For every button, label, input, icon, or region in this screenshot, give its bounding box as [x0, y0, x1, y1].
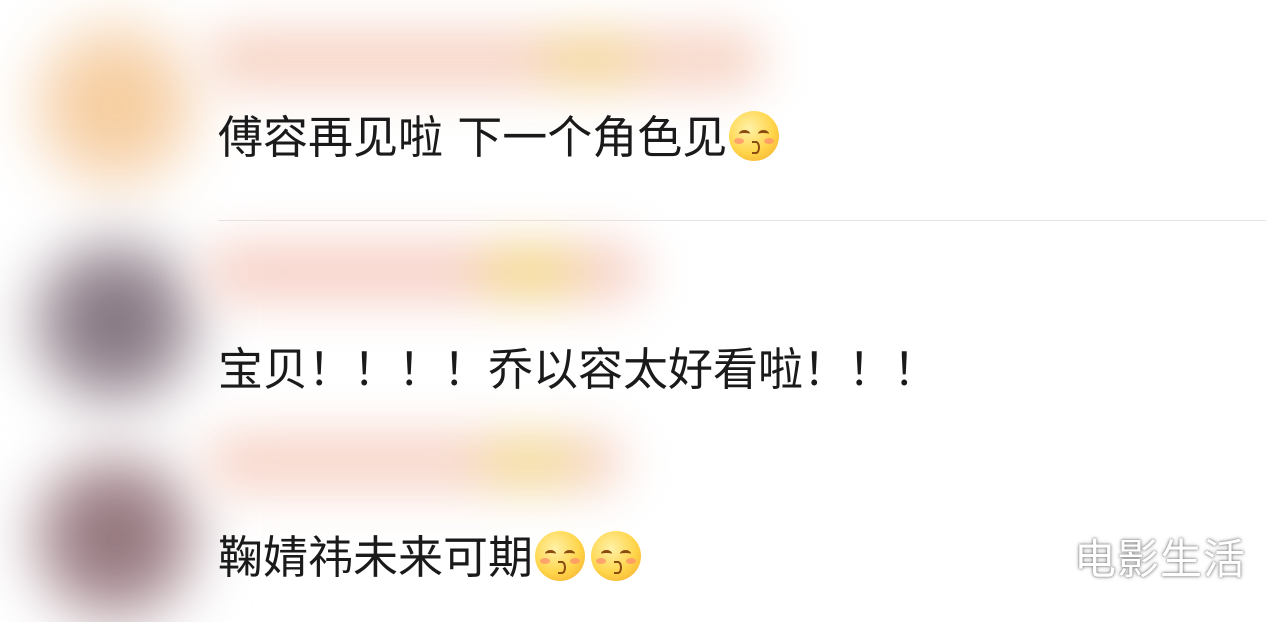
- avatar[interactable]: [30, 20, 200, 190]
- comment-body: 宝贝！！！！乔以容太好看啦！！！: [218, 343, 939, 396]
- username-blurred[interactable]: [205, 30, 765, 90]
- comment-text: 鞠婧祎未来可期: [218, 528, 642, 588]
- comment-item: 宝贝！！！！乔以容太好看啦！！！: [0, 222, 1266, 422]
- kissing-smiling-eyes-icon: [729, 111, 780, 161]
- comment-item: 傅容再见啦 下一个角色见: [0, 0, 1266, 210]
- kissing-smiling-eyes-icon: [591, 531, 642, 581]
- username-blurred[interactable]: [205, 242, 645, 302]
- comment-body: 鞠婧祎未来可期: [218, 531, 534, 584]
- avatar[interactable]: [30, 452, 200, 622]
- watermark: 电影生活: [1074, 535, 1247, 584]
- comment-text: 宝贝！！！！乔以容太好看啦！！！: [218, 340, 938, 400]
- username-blurred[interactable]: [205, 432, 625, 492]
- divider: [218, 220, 1266, 221]
- comment-body: 傅容再见啦 下一个角色见: [218, 111, 728, 164]
- comment-text: 傅容再见啦 下一个角色见: [218, 108, 780, 168]
- avatar[interactable]: [30, 237, 200, 407]
- kissing-smiling-eyes-icon: [535, 531, 586, 581]
